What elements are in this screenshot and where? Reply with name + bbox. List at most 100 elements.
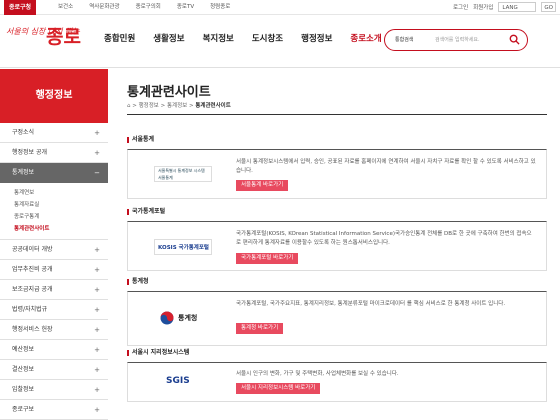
site-description: 국가통계포털, 국가주요지표, 통계지리정보, 통계분류포털 마이크로데이터 를… — [236, 301, 506, 307]
minus-icon: − — [94, 169, 100, 177]
site-box: 서울특별시 통계정보 시스템 서울통계 서울시 통계정보시스템에서 입력, 승인… — [127, 149, 547, 199]
lnb-item-gazette[interactable]: 종로구보 + — [0, 400, 108, 420]
search-input[interactable]: 검색어를 입력하세요. — [435, 36, 480, 43]
section-title: 통계청 — [127, 277, 547, 287]
nav-civil[interactable]: 종합민원 — [104, 32, 135, 44]
top-links: 보건소 역사문화관광 종로구의회 종로TV 청렴종로 — [58, 0, 230, 15]
nav-welfare[interactable]: 복지정보 — [203, 32, 234, 44]
breadcrumb-item[interactable]: 통계정보 — [167, 103, 187, 109]
seoul-stats-logo: 서울특별시 통계정보 시스템 서울통계 — [154, 166, 212, 182]
gu-office-tab[interactable]: 종로구청 — [4, 0, 37, 15]
lnb-item-label: 행정서비스 헌장 — [12, 326, 53, 333]
section-kostat: 통계청 통계청 국가통계포털, 국가주요지표, 통계지리정보, 통계분류포털 마… — [127, 277, 547, 346]
plus-icon: + — [94, 129, 100, 137]
lnb-item-news[interactable]: 구정소식 + — [0, 123, 108, 143]
logo-text: SGIS — [166, 376, 190, 386]
lnb-item-label: 행정정보 공개 — [12, 149, 48, 156]
site-box: 통계청 국가통계포털, 국가주요지표, 통계지리정보, 통계분류포털 마이크로데… — [127, 291, 547, 346]
join-link[interactable]: 회원가입 — [473, 3, 493, 11]
kosis-link-button[interactable]: 국가통계포털 바로가기 — [236, 253, 299, 264]
lnb-sub-jongno-stats[interactable]: 종로구통계 — [14, 211, 108, 223]
plus-icon: + — [94, 406, 100, 414]
home-icon[interactable]: ⌂ — [127, 103, 131, 109]
search-scope-select[interactable]: 통합검색 — [395, 36, 413, 43]
lnb-item-label: 법령/자치법규 — [12, 306, 48, 313]
plus-icon: + — [94, 386, 100, 394]
seoul-stats-link-button[interactable]: 서울통계 바로가기 — [236, 180, 289, 191]
lnb-item-charter[interactable]: 행정서비스 헌장 + — [0, 320, 108, 340]
site-description: 서울시 인구의 변화, 가구 및 주택변화, 사업체변화를 보실 수 있습니다. — [236, 371, 399, 377]
sgis-logo: SGIS — [154, 375, 212, 391]
kosis-logo: KOSIS 국가통계포털 — [154, 239, 212, 255]
lnb-item-label: 결산정보 — [12, 366, 35, 373]
top-link-culture[interactable]: 역사문화관광 — [89, 0, 119, 15]
kostat-link-button[interactable]: 통계청 바로가기 — [236, 323, 284, 334]
logo-text: 서울특별시 통계정보 시스템 — [158, 168, 205, 173]
site-description: 서울시 통계정보시스템에서 입력, 승인, 공표된 자료를 홈페이지에 연계하여… — [236, 159, 536, 174]
lnb-item-label: 예산정보 — [12, 346, 35, 353]
sgis-link-button[interactable]: 서울시 지리정보시스템 바로가기 — [236, 383, 321, 394]
lnb-item-bid[interactable]: 입찰정보 + — [0, 380, 108, 400]
plus-icon: + — [94, 266, 100, 274]
plus-icon: + — [94, 306, 100, 314]
section-kosis: 국가통계포털 KOSIS 국가통계포털 국가통계포털(KOSIS, KOrean… — [127, 207, 547, 271]
breadcrumb: ⌂ > 행정정보 > 통계정보 > 통계관련사이트 — [127, 103, 231, 109]
section-title: 서울통계 — [127, 135, 547, 145]
left-nav: 행정정보 구정소식 + 행정정보 공개 + 통계정보 − 통계연보 통계자료실 종로구… — [0, 69, 108, 420]
nav-about[interactable]: 종로소개 — [350, 32, 381, 44]
lnb-item-label: 입찰정보 — [12, 386, 35, 393]
logo-text: 통계청 — [178, 314, 198, 322]
search-icon[interactable] — [509, 34, 520, 45]
lnb-sub-archive[interactable]: 통계자료실 — [14, 199, 108, 211]
top-bar: 종로구청 보건소 역사문화관광 종로구의회 종로TV 청렴종로 로그인 회원가입… — [0, 0, 560, 15]
section-title: 국가통계포털 — [127, 207, 547, 217]
search-box[interactable]: 통합검색 검색어를 입력하세요. — [384, 29, 528, 51]
site-box: KOSIS 국가통계포털 국가통계포털(KOSIS, KOrean Statis… — [127, 221, 547, 271]
plus-icon: + — [94, 149, 100, 157]
site-logo[interactable]: 서울의 심장 다시 뛰는 종로 — [6, 22, 106, 52]
nav-urban[interactable]: 도시창조 — [252, 32, 283, 44]
lnb-item-label: 업무추진비 공개 — [12, 266, 53, 273]
plus-icon: + — [94, 286, 100, 294]
lnb-sub-related-sites[interactable]: 통계관련사이트 — [14, 223, 108, 235]
nav-life[interactable]: 생활정보 — [153, 32, 184, 44]
lang-go-button[interactable]: GO — [541, 2, 556, 12]
lnb-item-subsidy[interactable]: 보조금지급 공개 + — [0, 280, 108, 300]
top-link-council[interactable]: 종로구의회 — [136, 0, 161, 15]
top-link-integrity[interactable]: 청렴종로 — [210, 0, 230, 15]
logo-text: KOSIS 국가통계포털 — [158, 245, 209, 251]
breadcrumb-item[interactable]: 행정정보 — [139, 103, 159, 109]
lnb-item-label: 보조금지급 공개 — [12, 286, 53, 293]
utility-links: 로그인 회원가입 LANG GO — [453, 2, 556, 12]
title-divider — [127, 114, 547, 115]
login-link[interactable]: 로그인 — [453, 3, 468, 11]
section-sgis: 서울시 지리정보시스템 SGIS 서울시 인구의 변화, 가구 및 주택변화, … — [127, 348, 547, 402]
plus-icon: + — [94, 326, 100, 334]
kostat-emblem-icon — [160, 311, 174, 325]
site-description: 국가통계포털(KOSIS, KOrean Statistical Informa… — [236, 231, 532, 246]
top-link-tv[interactable]: 종로TV — [177, 0, 194, 15]
lnb-submenu: 통계연보 통계자료실 종로구통계 통계관련사이트 — [0, 183, 108, 240]
lnb-title: 행정정보 — [0, 69, 108, 123]
lnb-item-expense[interactable]: 업무추진비 공개 + — [0, 260, 108, 280]
lnb-item-disclosure[interactable]: 행정정보 공개 + — [0, 143, 108, 163]
lnb-item-statistics[interactable]: 통계정보 − — [0, 163, 108, 183]
section-seoul-stats: 서울통계 서울특별시 통계정보 시스템 서울통계 서울시 통계정보시스템에서 입… — [127, 135, 547, 199]
breadcrumb-current: 통계관련사이트 — [195, 103, 231, 109]
section-title: 서울시 지리정보시스템 — [127, 348, 547, 358]
lnb-sub-yearbook[interactable]: 통계연보 — [14, 187, 108, 199]
page-title: 통계관련사이트 — [127, 85, 211, 100]
lnb-item-opendata[interactable]: 공공데이터 개방 + — [0, 240, 108, 260]
lnb-item-law[interactable]: 법령/자치법규 + — [0, 300, 108, 320]
lnb-item-settlement[interactable]: 결산정보 + — [0, 360, 108, 380]
lnb-item-budget[interactable]: 예산정보 + — [0, 340, 108, 360]
logo-subtext: 서울통계 — [158, 175, 173, 180]
kostat-logo: 통계청 — [154, 310, 216, 326]
top-link-health[interactable]: 보건소 — [58, 0, 73, 15]
plus-icon: + — [94, 346, 100, 354]
nav-admin[interactable]: 행정정보 — [301, 32, 332, 44]
logo-name: 종로 — [46, 26, 81, 48]
lnb-item-label: 종로구보 — [12, 406, 35, 413]
lang-select[interactable]: LANG — [498, 2, 537, 12]
plus-icon: + — [94, 366, 100, 374]
